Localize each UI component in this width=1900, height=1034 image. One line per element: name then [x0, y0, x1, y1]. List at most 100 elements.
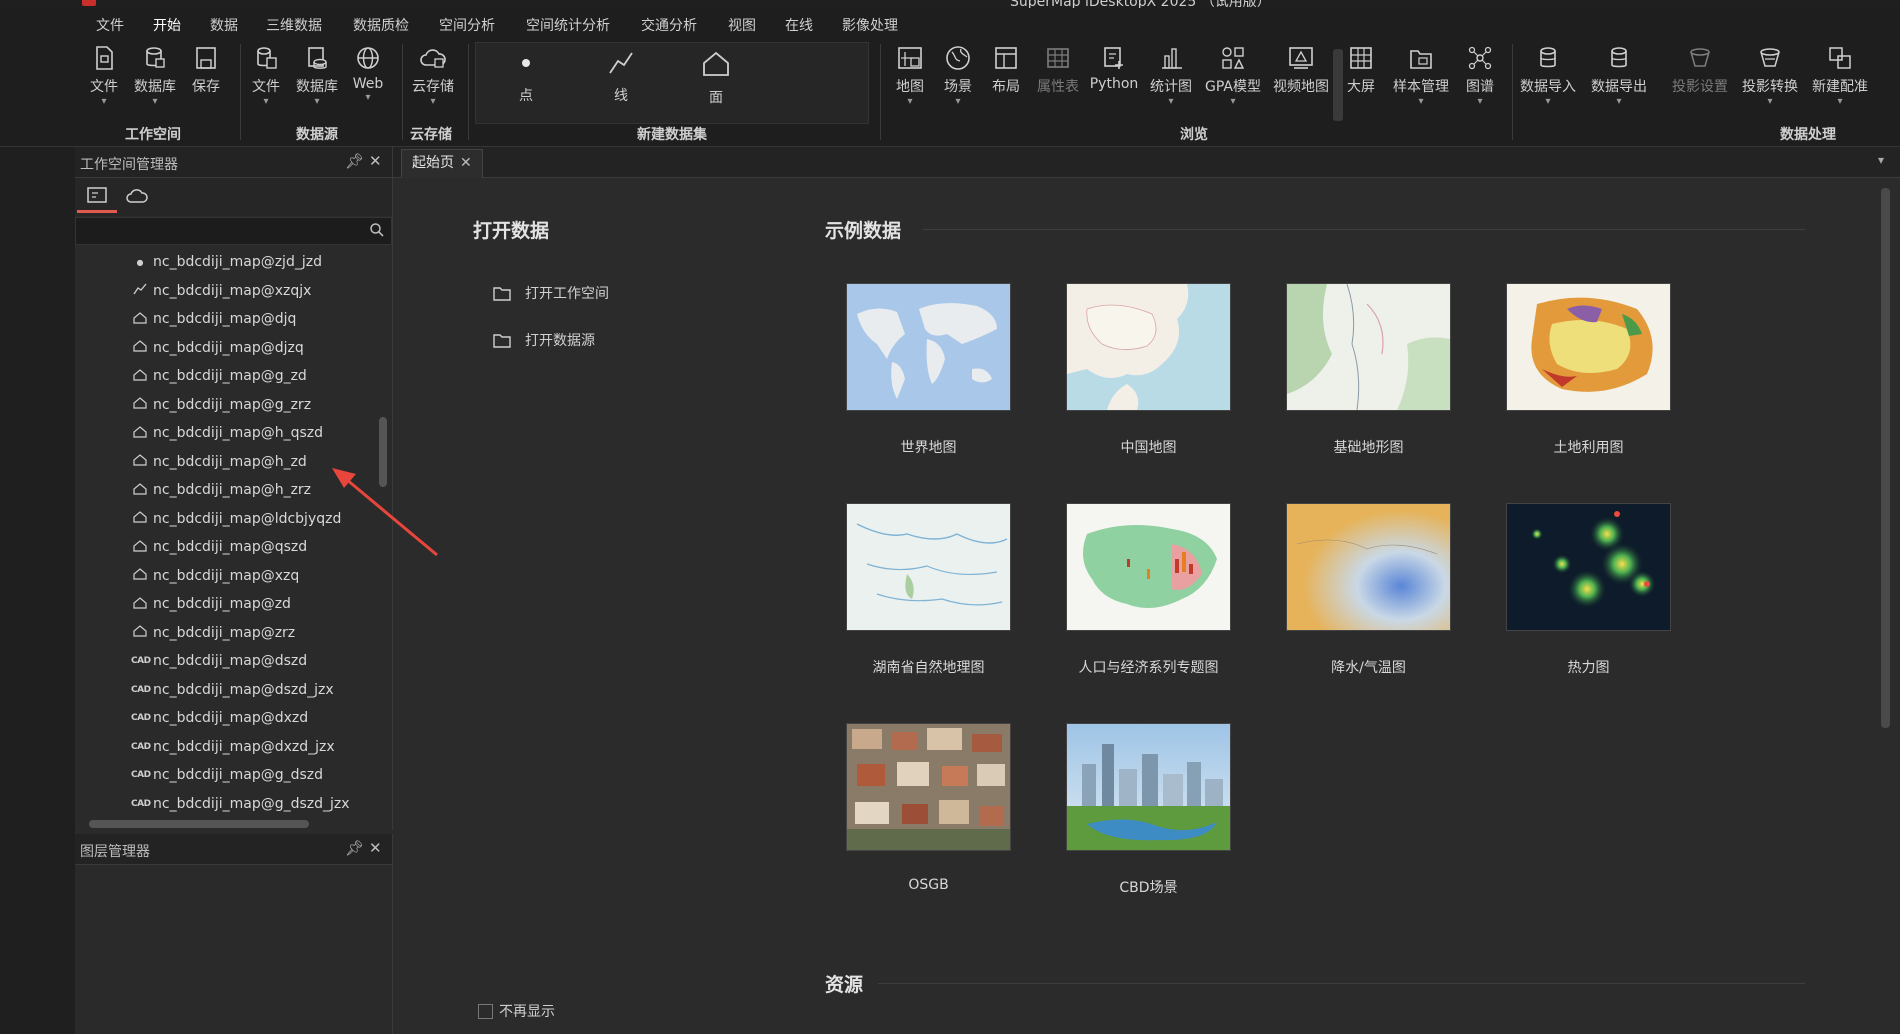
sample-precipitation-temperature-map[interactable]: 降水/气温图 — [1286, 503, 1451, 677]
statistics-chart-button[interactable]: 统计图 ▾ — [1143, 44, 1199, 107]
tree-item[interactable]: nc_bdcdiji_map@qszd — [131, 536, 307, 558]
start-page-scrollbar[interactable] — [1881, 188, 1890, 728]
menu-data[interactable]: 数据 — [210, 15, 238, 35]
tree-item[interactable]: nc_bdcdiji_map@xzqjx — [131, 280, 311, 302]
sample-management-button[interactable]: 样本管理 ▾ — [1393, 44, 1449, 107]
tree-item-label: nc_bdcdiji_map@h_zrz — [153, 482, 312, 498]
tree-item[interactable]: ● nc_bdcdiji_map@zjd_jzd — [131, 251, 322, 273]
group-label-browse: 浏览 — [1180, 127, 1208, 143]
close-icon[interactable]: ✕ — [369, 839, 382, 857]
tree-item[interactable]: CAD nc_bdcdiji_map@dxzd — [131, 707, 308, 729]
data-export-button[interactable]: 数据导出 ▾ — [1591, 44, 1647, 107]
close-icon[interactable]: ✕ — [460, 155, 472, 171]
precip-temp-thumbnail — [1286, 503, 1451, 631]
region-dataset-icon — [131, 568, 149, 583]
tab-start-page[interactable]: 起始页 ✕ — [401, 149, 483, 178]
projection-icon — [1690, 48, 1710, 67]
sample-china-map[interactable]: 中国地图 — [1066, 283, 1231, 457]
pin-icon[interactable]: 📌︎ — [345, 152, 364, 170]
tree-item[interactable]: nc_bdcdiji_map@h_zd — [131, 451, 307, 473]
workspace-file-button[interactable]: 文件 ▾ — [76, 44, 132, 107]
start-page: 打开数据 打开工作空间 打开数据源 示例数据 世界地图 中国地图 基础地形图 土… — [393, 178, 1900, 1034]
world-map-thumbnail — [846, 283, 1011, 411]
cad-dataset-icon: CAD — [131, 713, 151, 723]
projection-transform-button[interactable]: 投影转换 ▾ — [1742, 44, 1798, 107]
tree-item[interactable]: CAD nc_bdcdiji_map@dszd_jzx — [131, 679, 334, 701]
menu-file[interactable]: 文件 — [96, 15, 124, 35]
tree-item-label: nc_bdcdiji_map@g_dszd_jzx — [153, 795, 350, 812]
search-icon[interactable] — [369, 222, 385, 238]
new-line-dataset-button[interactable]: 线 — [591, 51, 651, 105]
big-screen-button[interactable]: 大屏 — [1333, 44, 1389, 96]
menu-start[interactable]: 开始 — [153, 15, 181, 42]
new-point-dataset-button[interactable]: 点 — [496, 51, 556, 105]
table-icon — [1047, 48, 1069, 68]
layout-button[interactable]: 布局 — [978, 44, 1034, 96]
open-datasource-link[interactable]: 打开数据源 — [493, 330, 595, 350]
tree-item[interactable]: nc_bdcdiji_map@xzq — [131, 565, 299, 587]
cloud-icon — [420, 49, 446, 68]
tree-item[interactable]: nc_bdcdiji_map@ldcbjyqzd — [131, 508, 341, 530]
group-label-data-process: 数据处理 — [1780, 127, 1836, 143]
sample-population-economy-map[interactable]: 人口与经济系列专题图 — [1066, 503, 1231, 677]
tree-item[interactable]: nc_bdcdiji_map@g_zrz — [131, 394, 311, 416]
tree-item[interactable]: CAD nc_bdcdiji_map@dszd — [131, 650, 307, 672]
menu-online[interactable]: 在线 — [785, 15, 813, 35]
tree-item[interactable]: nc_bdcdiji_map@zrz — [131, 622, 295, 644]
tree-item[interactable]: nc_bdcdiji_map@g_zd — [131, 365, 307, 387]
gpa-model-button[interactable]: GPA模型 ▾ — [1205, 44, 1261, 107]
new-region-dataset-button[interactable]: 面 — [686, 51, 746, 107]
tree-item[interactable]: CAD nc_bdcdiji_map@g_dszd_jzx — [131, 793, 350, 815]
menu-view[interactable]: 视图 — [728, 15, 756, 35]
checkbox-box[interactable] — [478, 1003, 493, 1019]
sample-world-map[interactable]: 世界地图 — [846, 283, 1011, 457]
sample-cbd-scene[interactable]: CBD场景 — [1066, 723, 1231, 897]
datasource-web-button[interactable]: Web ▾ — [340, 44, 396, 103]
tree-item[interactable]: nc_bdcdiji_map@h_qszd — [131, 422, 323, 444]
tab-cloud-resources[interactable] — [117, 184, 157, 210]
menu-data-qc[interactable]: 数据质检 — [353, 15, 409, 35]
file-icon — [96, 46, 113, 70]
video-map-button[interactable]: 视频地图 — [1273, 44, 1329, 96]
menu-traffic[interactable]: 交通分析 — [641, 15, 697, 35]
heat-map-thumbnail — [1506, 503, 1671, 631]
menu-3d-data[interactable]: 三维数据 — [266, 15, 322, 35]
tree-item[interactable]: nc_bdcdiji_map@zd — [131, 593, 291, 615]
workspace-database-button[interactable]: 数据库 ▾ — [127, 44, 183, 107]
new-registration-button[interactable]: 新建配准 ▾ — [1812, 44, 1868, 107]
tree-search-input[interactable] — [80, 221, 354, 243]
data-import-button[interactable]: 数据导入 ▾ — [1520, 44, 1576, 107]
dont-show-again-checkbox[interactable]: 不再显示 — [478, 1001, 555, 1021]
sample-heat-map[interactable]: 热力图 — [1506, 503, 1671, 677]
bar-chart-icon — [1162, 48, 1182, 69]
knowledge-graph-button[interactable]: 图谱 ▾ — [1452, 44, 1508, 107]
menu-imagery[interactable]: 影像处理 — [842, 15, 898, 35]
python-button[interactable]: Python — [1086, 44, 1142, 92]
chevron-down-icon[interactable]: ▾ — [1878, 153, 1884, 167]
tree-item[interactable]: CAD nc_bdcdiji_map@dxzd_jzx — [131, 736, 335, 758]
tree-horizontal-scrollbar[interactable] — [89, 820, 309, 828]
datasource-file-button[interactable]: 文件 ▾ — [238, 44, 294, 107]
pin-icon[interactable]: 📌︎ — [345, 839, 364, 857]
menu-spatial-stats[interactable]: 空间统计分析 — [526, 15, 610, 35]
sample-basic-terrain-map[interactable]: 基础地形图 — [1286, 283, 1451, 457]
tree-item[interactable]: nc_bdcdiji_map@djq — [131, 308, 296, 330]
tree-item[interactable]: CAD nc_bdcdiji_map@g_dszd — [131, 764, 323, 786]
open-workspace-link[interactable]: 打开工作空间 — [493, 283, 609, 303]
attribute-table-button[interactable]: 属性表 — [1030, 44, 1086, 96]
sample-land-use-map[interactable]: 土地利用图 — [1506, 283, 1671, 457]
cloud-storage-button[interactable]: 云存储 ▾ — [405, 44, 461, 107]
sample-hunan-physical-map[interactable]: 湖南省自然地理图 — [846, 503, 1011, 677]
line-dataset-icon — [131, 283, 149, 298]
tab-workspace-tree[interactable] — [77, 184, 117, 213]
projection-settings-button[interactable]: 投影设置 — [1672, 44, 1728, 96]
sample-osgb[interactable]: OSGB — [846, 723, 1011, 893]
datasource-database-button[interactable]: 数据库 ▾ — [289, 44, 345, 107]
tree-item-label: nc_bdcdiji_map@dszd — [153, 653, 308, 669]
terrain-map-thumbnail — [1286, 283, 1451, 411]
tree-item[interactable]: nc_bdcdiji_map@djzq — [131, 337, 304, 359]
close-icon[interactable]: ✕ — [369, 152, 382, 170]
tree-item[interactable]: nc_bdcdiji_map@h_zrz — [131, 479, 311, 501]
menu-spatial-analysis[interactable]: 空间分析 — [439, 15, 495, 35]
workspace-save-button[interactable]: 保存 — [178, 44, 234, 96]
